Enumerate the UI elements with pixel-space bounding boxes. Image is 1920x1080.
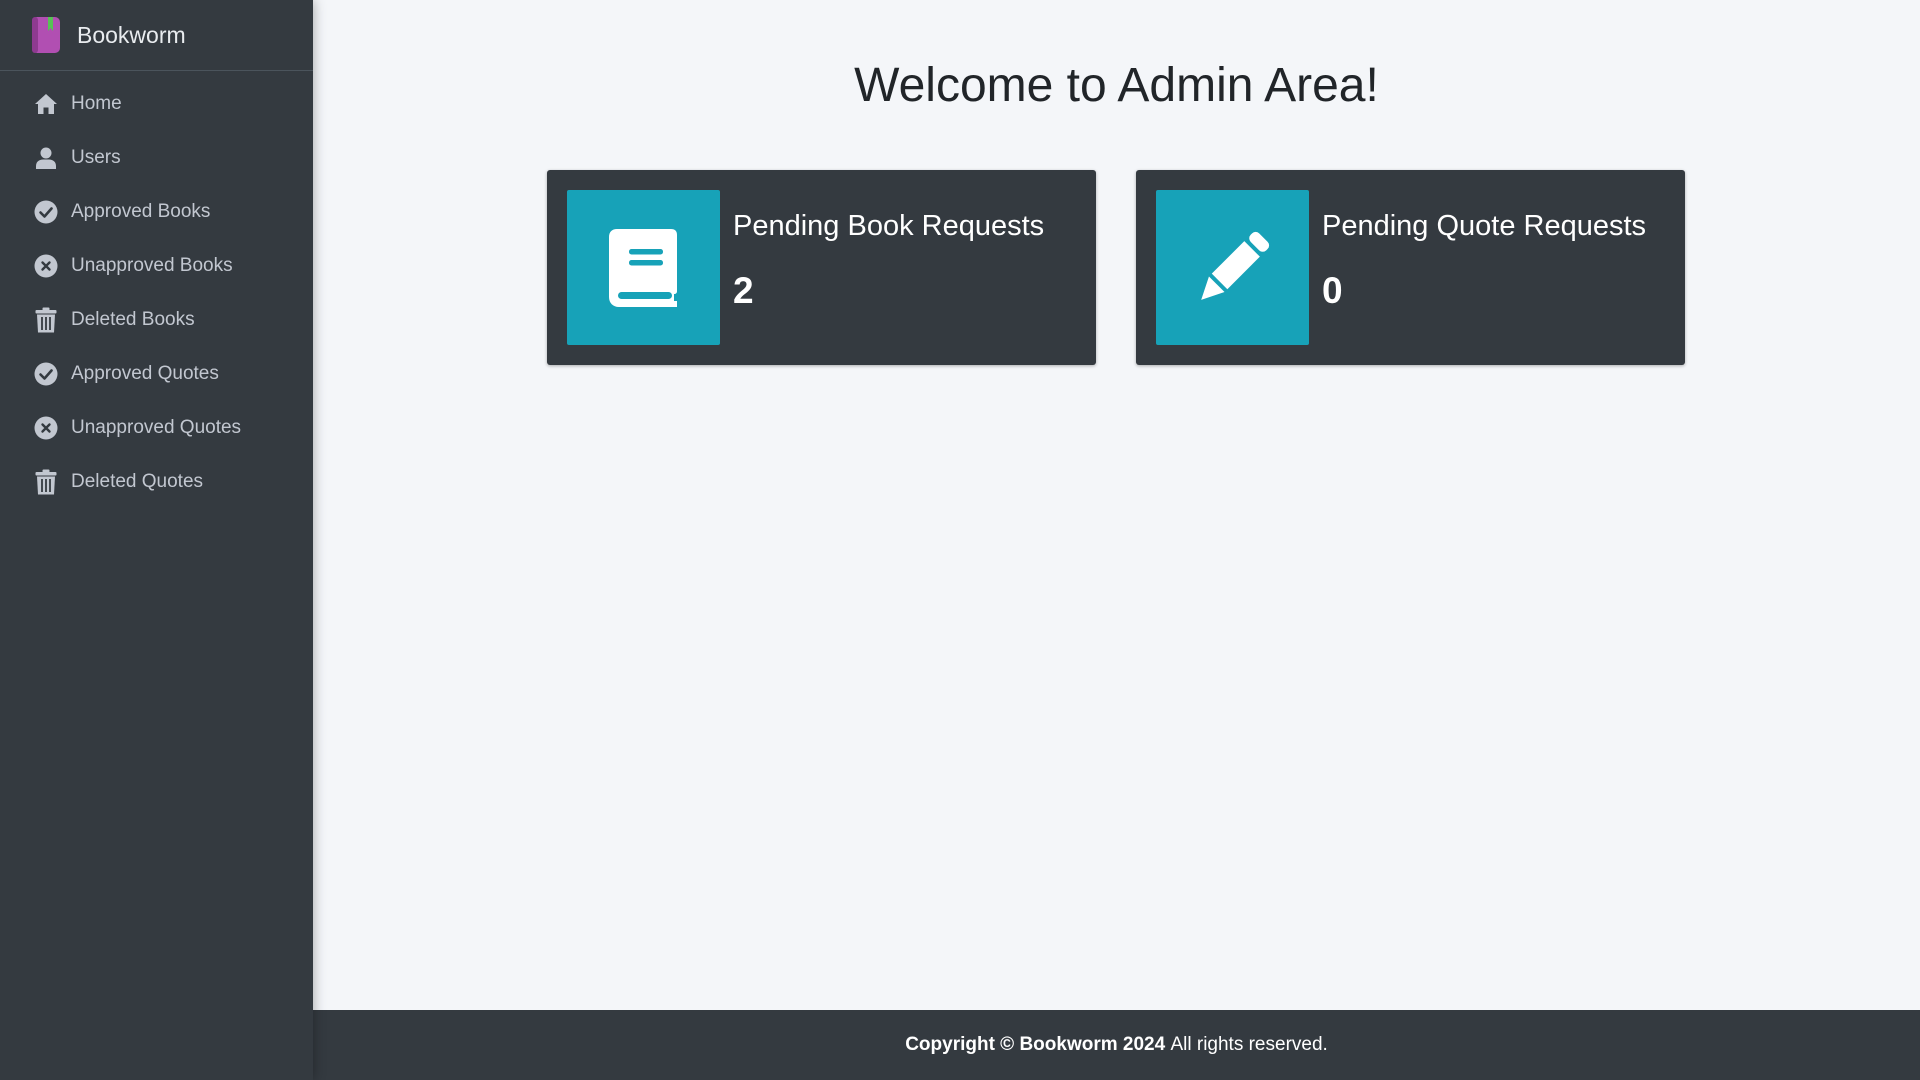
- sidebar-item-label: Users: [71, 147, 121, 168]
- card-count: 0: [1322, 270, 1343, 311]
- home-icon: [34, 92, 58, 116]
- sidebar-item-approved-books[interactable]: Approved Books: [0, 185, 313, 239]
- sidebar-item-deleted-quotes[interactable]: Deleted Quotes: [0, 455, 313, 509]
- pencil-icon-box: [1156, 190, 1309, 345]
- sidebar-item-unapproved-books[interactable]: Unapproved Books: [0, 239, 313, 293]
- pencil-icon: [1200, 231, 1269, 300]
- trash-icon: [34, 307, 58, 333]
- x-circle-icon: [34, 416, 58, 440]
- brand-link[interactable]: Bookworm: [0, 0, 313, 71]
- footer: Copyright © Bookworm 2024 All rights res…: [313, 1010, 1920, 1080]
- footer-rights: All rights reserved.: [1170, 1034, 1328, 1055]
- pending-book-requests-card[interactable]: Pending Book Requests 2: [547, 170, 1096, 365]
- book-icon-box: [567, 190, 720, 345]
- footer-copyright: Copyright © Bookworm 2024: [905, 1034, 1166, 1055]
- sidebar-item-label: Unapproved Quotes: [71, 417, 242, 438]
- sidebar-item-label: Home: [71, 93, 122, 114]
- main-content: Welcome to Admin Area! Pending Book Requ…: [313, 0, 1920, 1010]
- sidebar-nav: Home Users Approved Books Unapproved Boo…: [0, 71, 313, 509]
- check-circle-icon: [34, 200, 58, 224]
- sidebar-item-home[interactable]: Home: [0, 77, 313, 131]
- sidebar-item-deleted-books[interactable]: Deleted Books: [0, 293, 313, 347]
- book-bookmark-icon: [32, 17, 60, 53]
- book-icon: [608, 228, 677, 307]
- page-title: Welcome to Admin Area!: [854, 59, 1379, 112]
- card-label: Pending Quote Requests: [1322, 210, 1647, 242]
- sidebar-item-label: Approved Quotes: [71, 363, 219, 384]
- sidebar-item-users[interactable]: Users: [0, 131, 313, 185]
- sidebar-item-unapproved-quotes[interactable]: Unapproved Quotes: [0, 401, 313, 455]
- card-label: Pending Book Requests: [733, 210, 1045, 242]
- sidebar-item-label: Deleted Quotes: [71, 471, 204, 492]
- sidebar-item-approved-quotes[interactable]: Approved Quotes: [0, 347, 313, 401]
- pending-quote-requests-card[interactable]: Pending Quote Requests 0: [1136, 170, 1685, 365]
- sidebar-item-label: Approved Books: [71, 201, 211, 222]
- sidebar: Bookworm Home Users Approved Books Unapp…: [0, 0, 313, 1080]
- sidebar-item-label: Unapproved Books: [71, 255, 233, 276]
- x-circle-icon: [34, 254, 58, 278]
- trash-icon: [34, 469, 58, 495]
- brand-name: Bookworm: [77, 21, 186, 48]
- user-icon: [34, 146, 58, 170]
- check-circle-icon: [34, 362, 58, 386]
- card-count: 2: [733, 270, 754, 311]
- sidebar-item-label: Deleted Books: [71, 309, 195, 330]
